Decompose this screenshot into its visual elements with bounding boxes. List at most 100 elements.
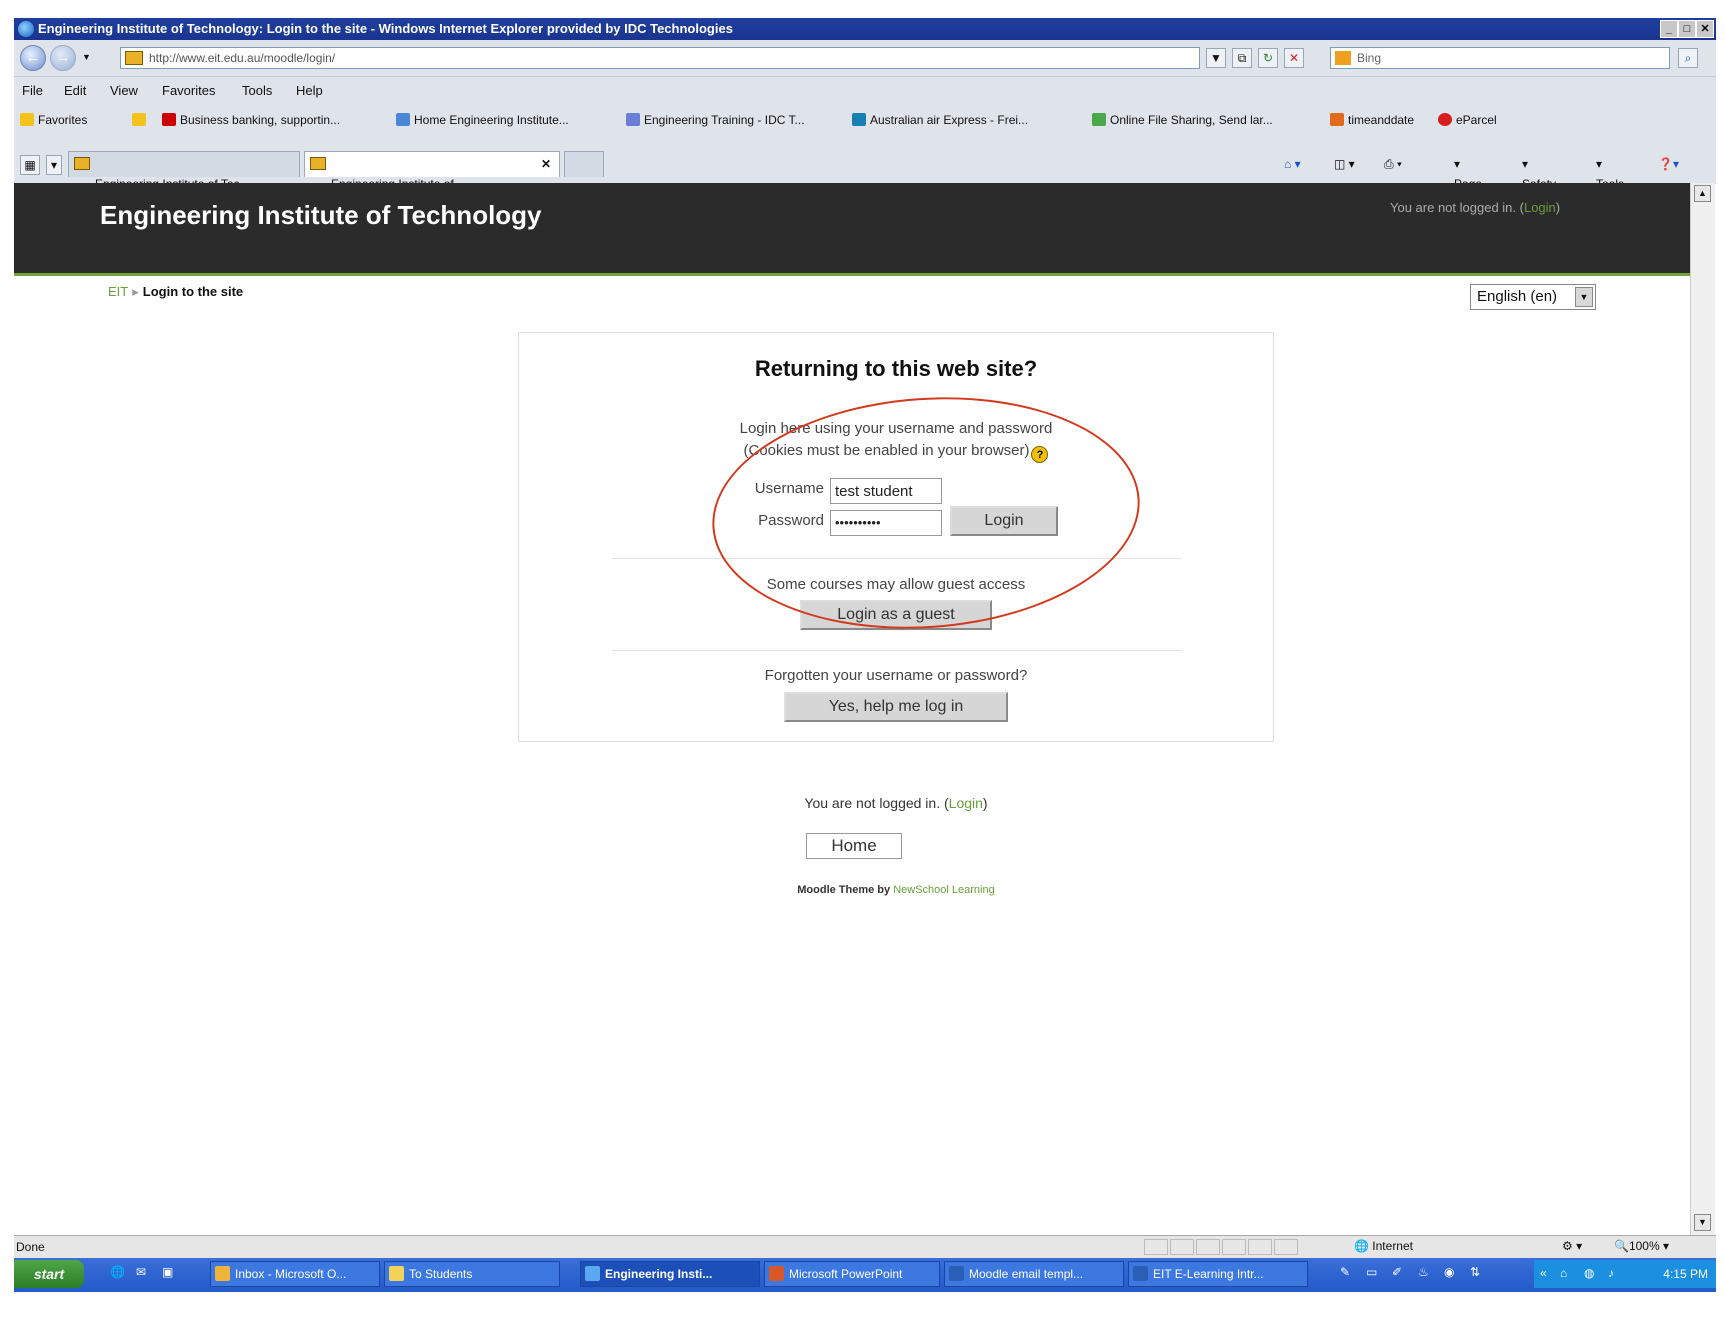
taskbar-inbox[interactable]: Inbox - Microsoft O...: [210, 1261, 380, 1287]
refresh-icon[interactable]: ↻: [1258, 48, 1278, 68]
taskbar-powerpoint[interactable]: Microsoft PowerPoint: [764, 1261, 940, 1287]
tray-screen-icon[interactable]: ▭: [1366, 1265, 1377, 1279]
tab-list-icon[interactable]: ▾: [46, 155, 62, 175]
tab-favicon: [74, 157, 90, 170]
menu-help[interactable]: Help: [296, 83, 323, 98]
tray-arrows-icon[interactable]: ⇅: [1470, 1265, 1480, 1279]
globe-icon: 🌐: [1354, 1239, 1369, 1253]
forgot-password-button[interactable]: Yes, help me log in: [784, 692, 1008, 722]
fav-item-eparcel[interactable]: eParcel: [1438, 113, 1497, 127]
star-icon: [20, 113, 34, 126]
url-dropdown-icon[interactable]: ▼: [1206, 48, 1226, 68]
footer-login-status: You are not logged in. (Login): [804, 795, 988, 811]
menu-view[interactable]: View: [110, 83, 138, 98]
system-tray: « ⌂ ◍ ♪ 4:15 PM: [1534, 1260, 1716, 1288]
status-text: Done: [16, 1240, 45, 1254]
breadcrumb: EIT ▸ Login to the site: [108, 284, 244, 299]
header-login-link[interactable]: Login: [1524, 200, 1556, 215]
quick-launch-desktop-icon[interactable]: ▣: [162, 1265, 173, 1279]
back-button[interactable]: ←: [20, 45, 46, 71]
window-title-bar: Engineering Institute of Technology: Log…: [14, 18, 1716, 40]
url-field[interactable]: http://www.eit.edu.au/moodle/login/: [120, 47, 1200, 69]
language-select[interactable]: English (en) ▼: [1470, 284, 1596, 310]
fav-item-engineering-training[interactable]: Engineering Training - IDC T...: [626, 113, 805, 127]
fav-item-online-file-sharing[interactable]: Online File Sharing, Send lar...: [1092, 113, 1273, 127]
home-icon[interactable]: ⌂ ▾: [1284, 157, 1301, 171]
tray-drop-icon[interactable]: ♨: [1418, 1265, 1429, 1279]
menu-tools[interactable]: Tools: [242, 83, 272, 98]
security-zone[interactable]: 🌐 Internet: [1354, 1239, 1413, 1253]
language-selected: English (en): [1477, 288, 1558, 305]
stop-icon[interactable]: ✕: [1284, 48, 1304, 68]
favorites-button[interactable]: Favorites: [20, 113, 87, 127]
search-placeholder: Bing: [1357, 51, 1382, 65]
search-input[interactable]: Bing: [1330, 47, 1670, 69]
tab-close-icon[interactable]: ✕: [541, 152, 551, 176]
fav-item-australian-air-express[interactable]: Australian air Express - Frei...: [852, 113, 1028, 127]
new-tab-button[interactable]: [564, 151, 604, 177]
tab-eit-2[interactable]: Engineering Institute of ... ✕: [304, 151, 560, 191]
add-favorite-icon[interactable]: [132, 113, 150, 127]
print-icon[interactable]: ⎙ ▾: [1384, 157, 1402, 172]
help-icon[interactable]: ❓▾: [1658, 157, 1679, 171]
bing-icon: [1335, 51, 1351, 65]
tab-eit-1[interactable]: Engineering Institute of Tec...: [68, 151, 300, 191]
window-title: Engineering Institute of Technology: Log…: [38, 21, 733, 36]
menu-edit[interactable]: Edit: [64, 83, 86, 98]
scroll-up-arrow[interactable]: ▲: [1694, 185, 1711, 202]
breadcrumb-home-link[interactable]: EIT: [108, 284, 128, 299]
scroll-down-arrow[interactable]: ▼: [1694, 1214, 1711, 1231]
start-button[interactable]: start: [14, 1260, 84, 1288]
page-menu[interactable]: Page ▾: [1454, 157, 1482, 191]
home-button[interactable]: Home: [806, 833, 902, 859]
taskbar-eit-elearning[interactable]: EIT E-Learning Intr...: [1128, 1261, 1308, 1287]
zoom-level[interactable]: 🔍100% ▾: [1614, 1239, 1669, 1253]
tray-pencil-icon[interactable]: ✎: [1340, 1265, 1350, 1279]
tray-expand-icon[interactable]: «: [1540, 1266, 1547, 1280]
quick-launch-ie-icon[interactable]: 🌐: [110, 1265, 125, 1279]
feeds-icon[interactable]: ◫ ▾: [1334, 157, 1355, 171]
minimize-button[interactable]: _: [1660, 20, 1678, 38]
folder-icon: [389, 1266, 404, 1281]
compatibility-view-icon[interactable]: ⧉: [1232, 48, 1252, 68]
safety-menu[interactable]: Safety ▾: [1522, 157, 1556, 191]
forward-button[interactable]: →: [50, 45, 76, 71]
menu-favorites[interactable]: Favorites: [162, 83, 215, 98]
footer-login-link[interactable]: Login: [949, 795, 983, 811]
menu-file[interactable]: File: [22, 83, 43, 98]
quick-launch-outlook-icon[interactable]: ✉: [136, 1265, 146, 1279]
word-icon: [949, 1266, 964, 1281]
outlook-icon: [215, 1266, 230, 1281]
taskbar-moodle-email[interactable]: Moodle email templ...: [944, 1261, 1124, 1287]
site-favicon: [125, 51, 143, 65]
close-window-button[interactable]: ✕: [1696, 20, 1714, 38]
breadcrumb-current: Login to the site: [142, 284, 244, 299]
tools-menu[interactable]: Tools ▾: [1596, 157, 1624, 191]
ie-icon: [585, 1266, 600, 1281]
fav-item-business-banking[interactable]: Business banking, supportin...: [162, 113, 340, 127]
menu-bar: File Edit View Favorites Tools Help: [14, 77, 1716, 104]
protected-mode-icon[interactable]: ⚙ ▾: [1562, 1239, 1582, 1253]
quick-tabs-icon[interactable]: ▦: [20, 155, 40, 175]
page-scrollbar[interactable]: ▲ ▼: [1690, 183, 1715, 1235]
tray-network-icon[interactable]: ⌂: [1560, 1266, 1567, 1280]
ie-icon: [18, 21, 34, 37]
history-dropdown-icon[interactable]: ▼: [82, 52, 91, 62]
maximize-button[interactable]: □: [1678, 20, 1696, 38]
tray-shield-icon[interactable]: ◉: [1444, 1265, 1454, 1279]
theme-credit-link[interactable]: NewSchool Learning: [893, 884, 995, 896]
tray-volume-icon[interactable]: ♪: [1608, 1266, 1614, 1280]
fav-item-timeanddate[interactable]: timeanddate: [1330, 113, 1414, 127]
fav-item-home-eit[interactable]: Home Engineering Institute...: [396, 113, 569, 127]
forgot-password-text: Forgotten your username or password?: [764, 667, 1028, 684]
chevron-down-icon: ▼: [1575, 287, 1593, 307]
address-bar-row: ← → ▼ http://www.eit.edu.au/moodle/login…: [14, 40, 1716, 77]
search-icon[interactable]: ⌕: [1678, 48, 1698, 68]
favorites-bar: Favorites Business banking, supportin...…: [14, 103, 1716, 138]
taskbar-engineering-institute[interactable]: Engineering Insti...: [580, 1261, 760, 1287]
tray-globe-icon[interactable]: ◍: [1584, 1266, 1594, 1280]
theme-credit: Moodle Theme by NewSchool Learning: [797, 884, 995, 896]
taskbar-to-students[interactable]: To Students: [384, 1261, 560, 1287]
tray-pen-icon[interactable]: ✐: [1392, 1265, 1402, 1279]
site-title: Engineering Institute of Technology: [100, 200, 542, 230]
